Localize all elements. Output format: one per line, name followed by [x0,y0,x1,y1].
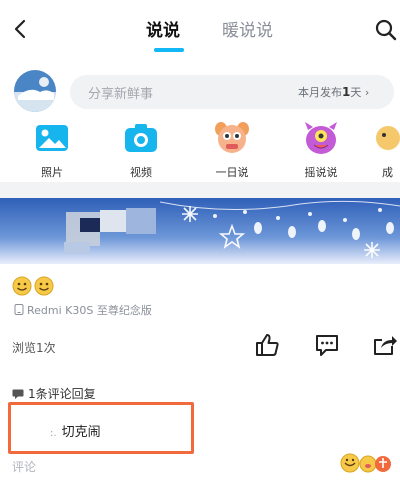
mascot-icon [215,122,249,153]
comment-header-text: 1条评论回复 [28,387,96,401]
post-image-banner[interactable] [0,198,400,264]
top-bar [0,0,400,62]
action-label: 视频 [130,166,152,179]
smile-emoji-icon [12,276,54,296]
tab-warm-shuoshuo[interactable]: 暖说说 [222,18,273,44]
action-label: 一日说 [215,166,249,179]
tab-shuoshuo[interactable]: 说说 [146,18,180,44]
action-shake-post[interactable]: 摇说说 [289,121,353,179]
share-icon[interactable] [372,332,398,358]
comment-item[interactable]: :. 切克闹 [50,421,101,440]
action-more[interactable]: 成 [374,121,400,179]
action-daily-post[interactable]: 一日说 [200,121,264,179]
highlighted-comment-box [8,402,194,454]
comment-author-prefix: :. [50,428,57,439]
active-tab-indicator [154,48,184,52]
photo-icon [36,125,68,151]
monster-icon [305,122,337,154]
action-label: 成 [382,166,393,179]
compose-placeholder: 分享新鲜事 [88,87,154,102]
stats-suffix: 天 [350,86,362,99]
chevron-right-icon: › [364,86,370,99]
partial-icon [376,126,400,150]
action-label: 摇说说 [304,166,338,179]
thumbs-up-icon[interactable] [254,332,280,358]
action-video[interactable]: 视频 [109,121,173,179]
camera-icon [125,124,157,152]
monthly-publish-stats[interactable]: 本月发布1天 › [298,84,369,100]
back-arrow-icon[interactable] [10,18,32,40]
comment-content: 切克闹 [61,425,101,440]
device-label: Redmi K30S 至尊纪念版 [14,302,152,318]
device-name: Redmi K30S 至尊纪念版 [27,304,152,317]
comment-bubble-icon [12,389,24,399]
stats-prefix: 本月发布 [298,86,342,99]
comment-icon[interactable] [314,332,340,358]
comment-input[interactable]: 评论 [12,458,36,475]
search-icon[interactable] [374,18,398,42]
action-label: 照片 [41,166,63,179]
action-photo[interactable]: 照片 [20,121,84,179]
phone-icon [14,304,24,315]
view-count: 浏览1次 [12,341,56,355]
emoji-reactions-icon[interactable] [338,451,394,475]
user-avatar[interactable] [14,70,56,112]
comment-count-header[interactable]: 1条评论回复 [12,385,96,402]
